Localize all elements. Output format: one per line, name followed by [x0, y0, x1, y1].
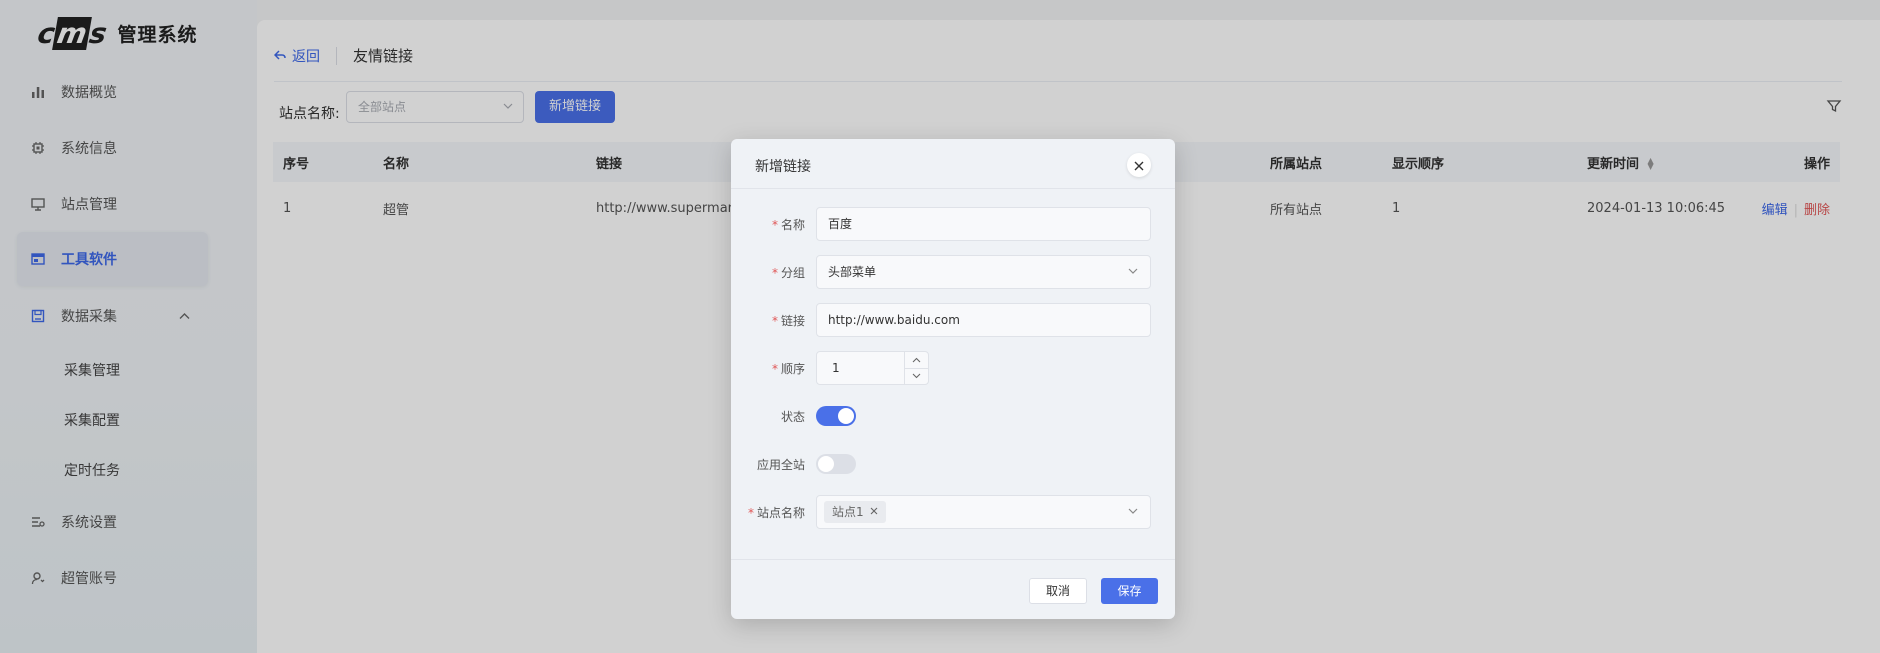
group-row: * 分组 头部菜单 — [731, 255, 1175, 289]
name-field[interactable]: 百度 — [816, 207, 1151, 241]
add-link-dialog: 新增链接 * 名称 百度 * 分组 头部菜单 * 链接 http://www.baid… — [731, 139, 1175, 619]
name-value: 百度 — [828, 217, 853, 231]
group-value: 头部菜单 — [828, 265, 877, 279]
group-label-text: 分组 — [780, 266, 805, 280]
order-stepper[interactable]: 1 — [816, 351, 929, 385]
cancel-button[interactable]: 取消 — [1029, 578, 1087, 604]
group-select[interactable]: 头部菜单 — [816, 255, 1151, 289]
site-multiselect[interactable]: 站点1 — [816, 495, 1151, 529]
order-value: 1 — [832, 361, 840, 375]
status-row: 状态 — [731, 399, 1175, 433]
order-label: * 顺序 — [731, 360, 805, 377]
site-tag: 站点1 — [824, 501, 886, 523]
site-label: * 站点名称 — [731, 504, 805, 521]
name-row: * 名称 百度 — [731, 207, 1175, 241]
dialog-footer: 取消 保存 — [731, 559, 1175, 619]
site-tag-label: 站点1 — [832, 505, 864, 519]
group-label: * 分组 — [731, 264, 805, 281]
dialog-header: 新增链接 — [731, 139, 1175, 189]
site-row: * 站点名称 站点1 — [731, 495, 1175, 529]
chevron-down-icon — [1128, 256, 1138, 288]
required-mark: * — [771, 218, 778, 232]
apply-all-row: 应用全站 — [731, 447, 1175, 481]
stepper-controls — [904, 352, 928, 384]
link-row: * 链接 http://www.baidu.com — [731, 303, 1175, 337]
close-icon — [1134, 156, 1144, 175]
status-label: 状态 — [780, 410, 805, 424]
apply-all-toggle[interactable] — [816, 454, 856, 474]
toggle-knob — [838, 408, 854, 424]
required-mark: * — [771, 266, 778, 280]
name-label-text: 名称 — [780, 218, 805, 232]
name-label: * 名称 — [731, 216, 805, 233]
increment-button[interactable] — [905, 352, 928, 369]
apply-all-label: 应用全站 — [756, 458, 805, 472]
order-label-text: 顺序 — [780, 362, 805, 376]
status-toggle[interactable] — [816, 406, 856, 426]
required-mark: * — [771, 314, 778, 328]
link-field[interactable]: http://www.baidu.com — [816, 303, 1151, 337]
tag-close-icon[interactable] — [870, 501, 878, 523]
order-row: * 顺序 1 — [731, 351, 1175, 385]
link-label: * 链接 — [731, 312, 805, 329]
required-mark: * — [747, 506, 754, 520]
link-value: http://www.baidu.com — [828, 313, 960, 327]
chevron-down-icon — [1128, 496, 1138, 528]
link-label-text: 链接 — [780, 314, 805, 328]
decrement-button[interactable] — [905, 369, 928, 385]
required-mark: * — [771, 362, 778, 376]
close-button[interactable] — [1127, 153, 1151, 177]
save-button[interactable]: 保存 — [1101, 578, 1158, 604]
dialog-title: 新增链接 — [755, 159, 811, 175]
site-label-text: 站点名称 — [756, 506, 805, 520]
toggle-knob — [818, 456, 834, 472]
